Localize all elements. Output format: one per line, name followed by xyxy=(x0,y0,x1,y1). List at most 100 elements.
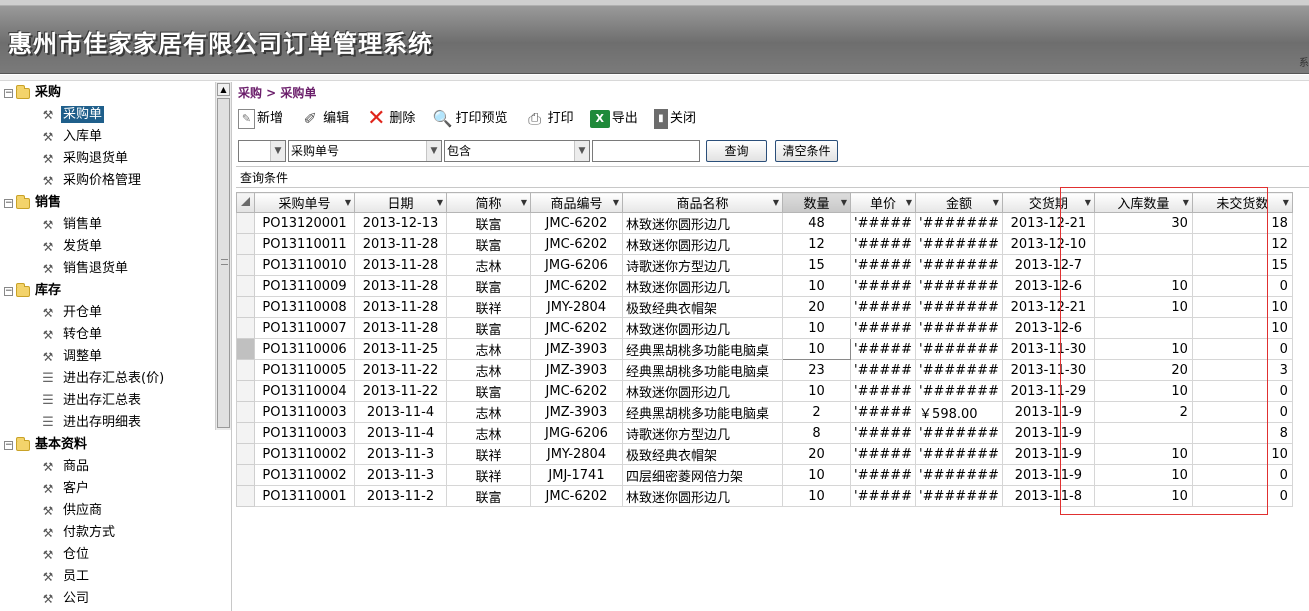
dropdown-arrow-icon[interactable]: ▼ xyxy=(993,194,999,212)
nav-group-0[interactable]: − 采购 xyxy=(0,82,214,104)
sidebar-scrollbar[interactable]: ▲ xyxy=(215,82,231,430)
nav-item-0-2[interactable]: ⚒ 采购退货单 xyxy=(0,148,214,170)
table-row[interactable]: PO13110007 2013-11-28 联富 JMC-6202 林致迷你圆形边几 10… xyxy=(236,317,1293,339)
clear-conditions-button[interactable]: 清空条件 xyxy=(775,140,838,162)
table-cell[interactable]: 经典黑胡桃多功能电脑桌 xyxy=(622,401,783,423)
query-button[interactable]: 查询 xyxy=(706,140,767,162)
collapse-toggle-icon[interactable]: − xyxy=(4,440,13,450)
table-cell[interactable]: 10 xyxy=(1093,296,1193,318)
table-cell[interactable]: JMG-6206 xyxy=(530,254,623,276)
edit-button[interactable]: ✐ 编辑 xyxy=(299,106,349,132)
table-cell[interactable]: '####### xyxy=(915,275,1003,297)
column-header[interactable]: 数量 ▼ xyxy=(782,192,851,213)
table-cell[interactable]: '##### xyxy=(849,464,917,486)
table-cell[interactable]: 2013-12-21 xyxy=(1001,212,1095,234)
delete-button[interactable]: ✕ 删除 xyxy=(365,106,415,132)
table-cell[interactable]: JMC-6202 xyxy=(530,380,623,402)
nav-item-1-1[interactable]: ⚒ 发货单 xyxy=(0,236,214,258)
table-cell[interactable]: JMY-2804 xyxy=(530,443,623,465)
table-cell[interactable]: 12 xyxy=(782,233,851,255)
table-cell[interactable]: 2013-11-28 xyxy=(354,296,447,318)
column-header[interactable]: 简称 ▼ xyxy=(446,192,531,213)
collapse-toggle-icon[interactable]: − xyxy=(4,88,13,98)
table-cell[interactable]: 联富 xyxy=(446,233,531,255)
table-cell[interactable]: 2013-11-4 xyxy=(354,422,447,444)
nav-item-2-1[interactable]: ⚒ 转仓单 xyxy=(0,324,214,346)
table-cell[interactable]: 2 xyxy=(1093,401,1193,423)
close-button[interactable]: ▮ 关闭 xyxy=(653,106,696,132)
table-cell[interactable] xyxy=(1093,254,1193,276)
table-cell[interactable]: 2013-12-7 xyxy=(1001,254,1095,276)
table-cell[interactable]: JMC-6202 xyxy=(530,233,623,255)
column-header[interactable]: 单价 ▼ xyxy=(849,192,917,213)
nav-item-3-3[interactable]: ⚒ 付款方式 xyxy=(0,522,214,544)
row-selector[interactable] xyxy=(236,296,255,318)
row-selector[interactable] xyxy=(236,422,255,444)
nav-group-2[interactable]: − 库存 xyxy=(0,280,214,302)
dropdown-arrow-icon[interactable]: ▼ xyxy=(1283,194,1289,212)
table-cell[interactable]: 2013-11-28 xyxy=(354,254,447,276)
dropdown-arrow-icon[interactable]: ▼ xyxy=(1085,194,1091,212)
export-button[interactable]: X 导出 xyxy=(589,106,638,132)
nav-item-2-2[interactable]: ⚒ 调整单 xyxy=(0,346,214,368)
table-cell[interactable]: 林致迷你圆形边几 xyxy=(622,275,783,297)
table-cell[interactable]: 志林 xyxy=(446,359,531,381)
table-cell[interactable]: JMC-6202 xyxy=(530,317,623,339)
table-cell[interactable]: PO13110004 xyxy=(254,380,355,402)
table-cell[interactable]: 2013-11-2 xyxy=(354,485,447,507)
table-row[interactable]: PO13110002 2013-11-3 联祥 JMJ-1741 四层细密菱网倍力架 10… xyxy=(236,464,1293,486)
nav-item-1-0[interactable]: ⚒ 销售单 xyxy=(0,214,214,236)
table-cell[interactable]: '####### xyxy=(915,296,1003,318)
table-cell[interactable]: PO13110006 xyxy=(254,338,355,360)
table-cell[interactable]: 经典黑胡桃多功能电脑桌 xyxy=(622,338,783,360)
table-cell[interactable]: 联祥 xyxy=(446,296,531,318)
table-cell[interactable]: 20 xyxy=(1093,359,1193,381)
table-cell[interactable]: '##### xyxy=(849,317,917,339)
table-cell[interactable]: '####### xyxy=(915,338,1003,360)
table-cell[interactable]: '##### xyxy=(849,380,917,402)
table-cell[interactable]: '##### xyxy=(849,212,917,234)
table-cell[interactable]: 2013-11-28 xyxy=(354,233,447,255)
table-cell[interactable]: 12 xyxy=(1191,233,1293,255)
table-row[interactable]: PO13110003 2013-11-4 志林 JMG-6206 诗歌迷你方型边几 8 '#… xyxy=(236,422,1293,444)
table-cell[interactable]: 联富 xyxy=(446,212,531,234)
nav-item-3-6[interactable]: ⚒ 公司 xyxy=(0,588,214,610)
nav-item-2-4[interactable]: ☰ 进出存汇总表 xyxy=(0,390,214,412)
filter-keyword-input[interactable] xyxy=(592,140,700,162)
table-cell[interactable]: 2013-12-6 xyxy=(1001,275,1095,297)
table-cell[interactable]: PO13110002 xyxy=(254,443,355,465)
table-cell[interactable]: JMZ-3903 xyxy=(530,338,623,360)
table-cell[interactable]: PO13120001 xyxy=(254,212,355,234)
table-cell[interactable]: PO13110005 xyxy=(254,359,355,381)
table-cell[interactable]: 2013-11-9 xyxy=(1001,464,1095,486)
table-cell[interactable]: 联富 xyxy=(446,485,531,507)
table-cell[interactable]: 2013-11-3 xyxy=(354,443,447,465)
table-cell[interactable]: 经典黑胡桃多功能电脑桌 xyxy=(622,359,783,381)
nav-item-3-2[interactable]: ⚒ 供应商 xyxy=(0,500,214,522)
nav-item-3-4[interactable]: ⚒ 仓位 xyxy=(0,544,214,566)
table-cell[interactable]: 30 xyxy=(1093,212,1193,234)
table-cell[interactable]: 2013-12-10 xyxy=(1001,233,1095,255)
table-cell[interactable]: 10 xyxy=(1191,317,1293,339)
nav-group-1[interactable]: − 销售 xyxy=(0,192,214,214)
table-cell[interactable]: PO13110003 xyxy=(254,401,355,423)
table-cell[interactable]: 联祥 xyxy=(446,464,531,486)
table-cell[interactable]: 10 xyxy=(1093,464,1193,486)
column-header[interactable]: 采购单号 ▼ xyxy=(254,192,355,213)
nav-item-3-5[interactable]: ⚒ 员工 xyxy=(0,566,214,588)
table-cell[interactable]: 0 xyxy=(1191,338,1293,360)
collapse-toggle-icon[interactable]: − xyxy=(4,198,13,208)
table-cell[interactable]: PO13110008 xyxy=(254,296,355,318)
table-cell[interactable]: JMZ-3903 xyxy=(530,359,623,381)
table-cell[interactable]: 2 xyxy=(782,401,851,423)
table-cell[interactable]: '####### xyxy=(915,359,1003,381)
table-cell[interactable]: '##### xyxy=(849,254,917,276)
table-cell[interactable]: 2013-11-30 xyxy=(1001,338,1095,360)
table-row[interactable]: PO13110001 2013-11-2 联富 JMC-6202 林致迷你圆形边几 10 '… xyxy=(236,485,1293,507)
scroll-up-icon[interactable]: ▲ xyxy=(217,83,230,96)
nav-item-1-2[interactable]: ⚒ 销售退货单 xyxy=(0,258,214,280)
table-cell[interactable]: 0 xyxy=(1191,485,1293,507)
table-cell[interactable]: JMZ-3903 xyxy=(530,401,623,423)
table-cell[interactable]: 2013-11-28 xyxy=(354,317,447,339)
table-cell[interactable]: '##### xyxy=(849,443,917,465)
